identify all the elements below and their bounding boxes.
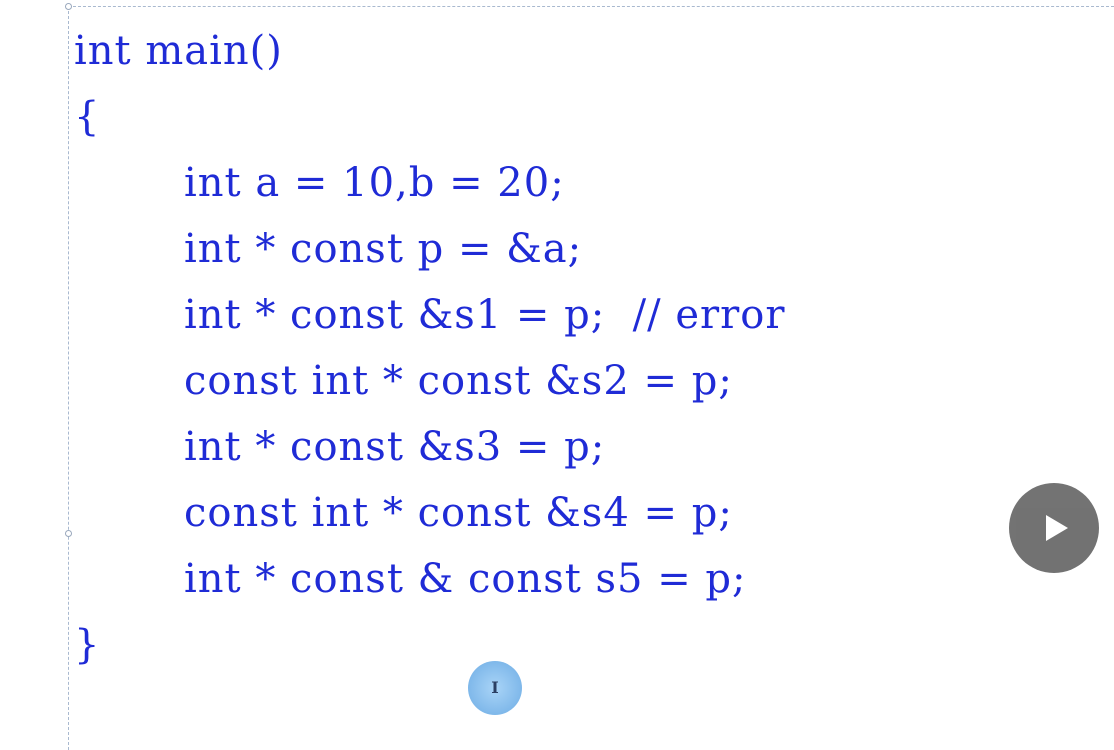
code-line-ref-s5: int * const & const s5 = p; (184, 556, 747, 602)
ibeam-cursor-icon: I (491, 678, 499, 697)
code-line-ref-s1-error: int * const &s1 = p; // error (184, 292, 786, 338)
code-block: int main() { int a = 10,b = 20; int * co… (74, 18, 785, 678)
resize-handle-top-left[interactable] (65, 3, 72, 10)
resize-handle-middle-left[interactable] (65, 530, 72, 537)
code-line-close-brace: } (74, 622, 101, 668)
mouse-cursor-highlight: I (468, 661, 522, 715)
code-line-ref-s2: const int * const &s2 = p; (184, 358, 733, 404)
play-button[interactable] (1009, 483, 1099, 573)
text-box-border-top (68, 6, 1114, 7)
text-box-border-left (68, 6, 69, 750)
code-line-open-brace: { (74, 94, 101, 140)
code-line-const-pointer-p: int * const p = &a; (184, 226, 583, 272)
video-frame: int main() { int a = 10,b = 20; int * co… (0, 0, 1114, 750)
play-icon (1046, 515, 1068, 541)
code-line-main-signature: int main() (74, 28, 283, 74)
code-line-ref-s4: const int * const &s4 = p; (184, 490, 733, 536)
code-line-ref-s3: int * const &s3 = p; (184, 424, 606, 470)
code-line-declare-ab: int a = 10,b = 20; (184, 160, 565, 206)
